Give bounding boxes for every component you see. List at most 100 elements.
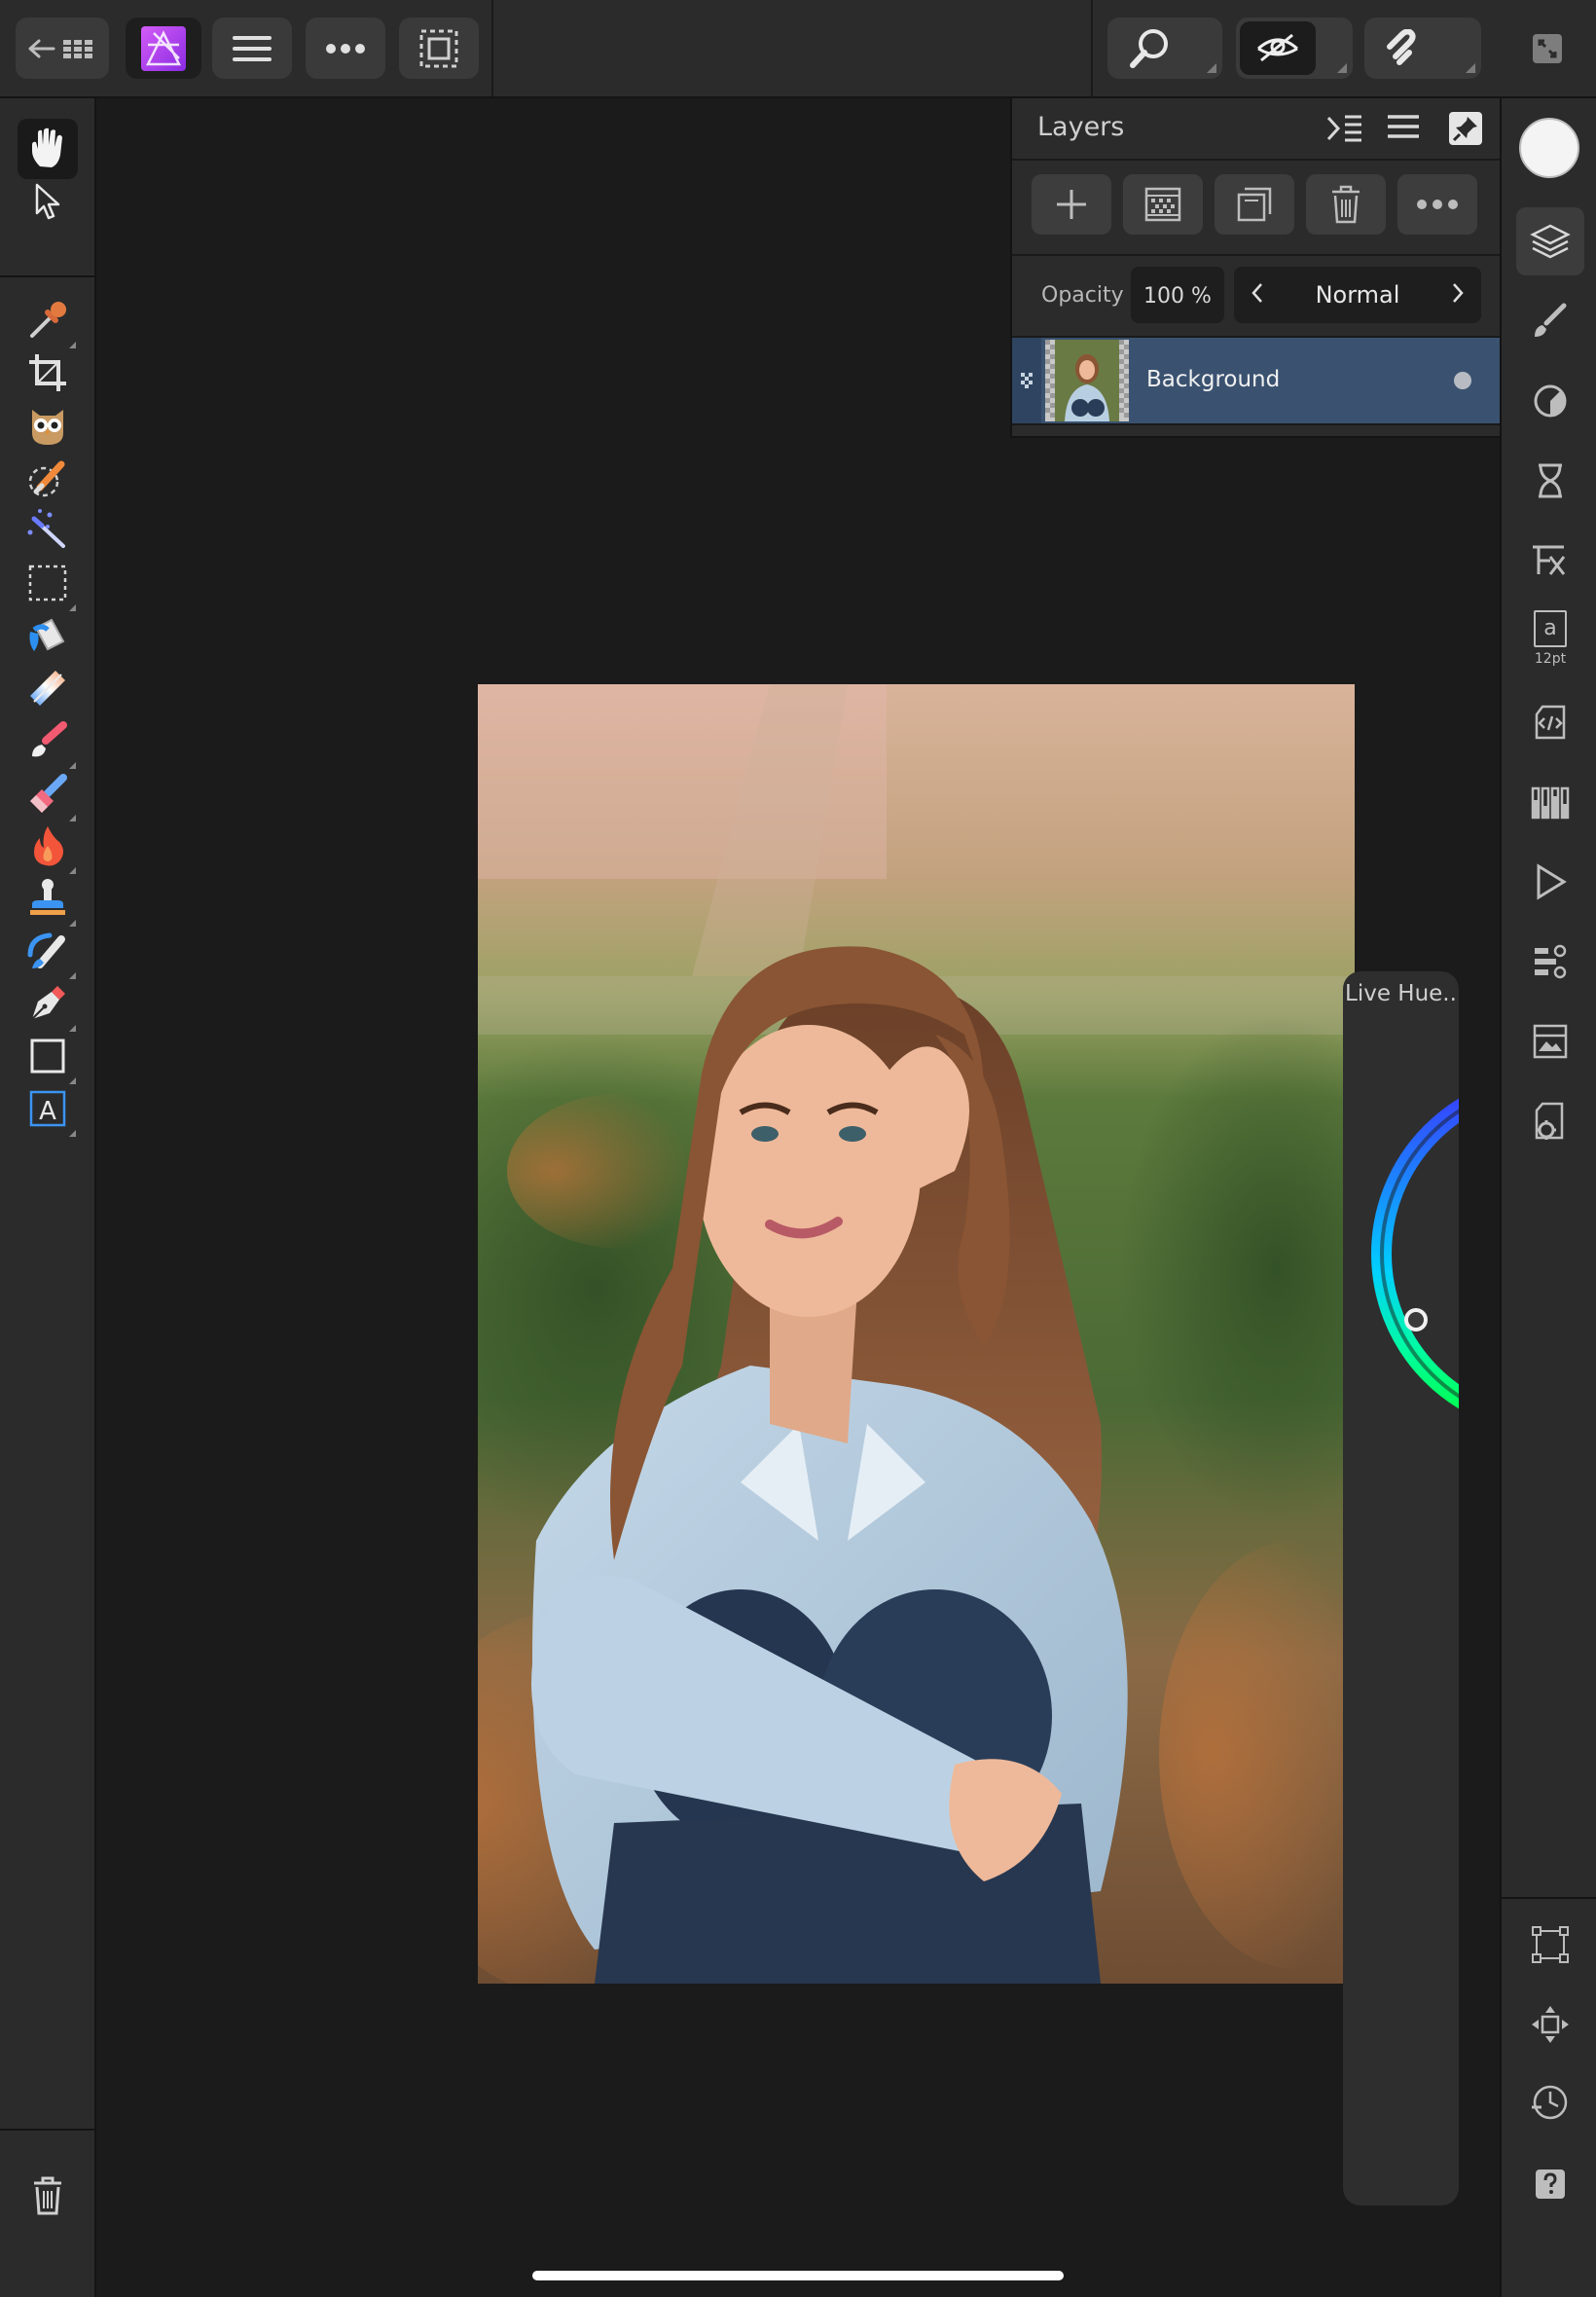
layers-studio-button[interactable] [1516, 207, 1584, 275]
fill-tool[interactable] [18, 605, 78, 666]
transform-studio-button[interactable] [1516, 1911, 1584, 1979]
selection-brush-tool[interactable] [18, 448, 78, 508]
history-scrubber-button[interactable] [1516, 2068, 1584, 2136]
marquee-tool[interactable] [18, 553, 78, 613]
text-frame-icon: A [29, 1090, 66, 1127]
affinity-photo-logo-icon [141, 25, 186, 71]
document-menu-button[interactable] [212, 18, 292, 79]
persona-photo-button[interactable] [126, 18, 201, 79]
fullscreen-button[interactable] [1518, 27, 1577, 70]
blend-mode-selector[interactable]: Normal [1234, 267, 1481, 323]
trash-icon [34, 2176, 61, 2215]
next-blend-mode-button[interactable] [1450, 280, 1466, 310]
dodge-burn-tool[interactable] [18, 816, 78, 876]
layer-properties-row: Opacity 100 % Normal [1012, 256, 1501, 334]
chevron-left-icon [1251, 283, 1262, 303]
help-button[interactable] [1516, 2150, 1584, 2218]
add-layer-button[interactable] [1032, 174, 1111, 235]
navigator-studio-button[interactable] [1516, 848, 1584, 916]
layer-drag-handle[interactable] [1012, 338, 1041, 423]
brush-icon [1535, 303, 1567, 337]
fx-icon [1533, 545, 1566, 575]
macros-studio-button[interactable] [1516, 688, 1584, 756]
opacity-field[interactable]: 100 % [1131, 267, 1224, 323]
channels-studio-button[interactable] [1516, 768, 1584, 836]
opacity-label: Opacity [1041, 283, 1124, 308]
delete-layer-button[interactable] [1306, 174, 1386, 235]
color-picker-tool[interactable] [18, 290, 78, 350]
text-size-label: 12pt [1534, 651, 1567, 667]
doc-gear-icon [1535, 1102, 1564, 1140]
layers-panel: Layers Opacity 100 % Normal Background [1010, 98, 1503, 438]
assets-studio-button[interactable] [1516, 1007, 1584, 1076]
marquee-icon [419, 29, 458, 67]
hue-wheel[interactable] [1343, 971, 1459, 2206]
previous-blend-mode-button[interactable] [1250, 280, 1265, 312]
red-eye-tool[interactable] [18, 395, 78, 456]
eraser-icon [30, 774, 67, 813]
crop-icon [29, 354, 66, 391]
magic-wand-icon [27, 509, 65, 548]
text-styles-studio-button[interactable]: a 12pt [1516, 604, 1584, 673]
document-settings-button[interactable] [1516, 1087, 1584, 1155]
back-to-documents-button[interactable] [16, 18, 109, 79]
trash-icon [1332, 185, 1360, 224]
stock-studio-button[interactable] [1516, 928, 1584, 996]
zoom-button[interactable] [1107, 18, 1222, 79]
home-indicator [532, 2271, 1064, 2280]
layer-name: Background [1146, 367, 1281, 392]
brush-icon [32, 721, 67, 757]
layer-options-button[interactable] [1397, 174, 1477, 235]
code-doc-icon [1535, 705, 1566, 740]
hue-handle[interactable] [1404, 1308, 1428, 1331]
group-layers-button[interactable] [1215, 174, 1294, 235]
brushes-studio-button[interactable] [1516, 287, 1584, 355]
snapping-button[interactable] [1364, 18, 1481, 79]
document-canvas-photo[interactable] [478, 684, 1355, 1984]
blend-mode-value: Normal [1315, 281, 1400, 309]
erase-brush-tool[interactable] [18, 763, 78, 823]
owl-icon [32, 410, 63, 445]
layers-panel-title: Layers [1037, 112, 1125, 142]
move-nudge-button[interactable] [1516, 1990, 1584, 2059]
layers-icon [1530, 224, 1571, 259]
live-hue-filter-panel[interactable]: Live Hue... [1343, 971, 1459, 2206]
adjustments-studio-button[interactable] [1516, 367, 1584, 435]
rectangle-tool[interactable] [18, 1026, 78, 1086]
checker-icon [1021, 373, 1033, 388]
flood-select-tool[interactable] [18, 500, 78, 561]
top-toolbar [0, 0, 1596, 98]
plus-icon [1057, 190, 1086, 219]
stamp-icon [30, 879, 65, 915]
effects-studio-button[interactable] [1516, 527, 1584, 595]
panel-menu-button[interactable] [1386, 112, 1421, 145]
crop-tool[interactable] [18, 343, 78, 403]
magnet-icon [1387, 28, 1416, 65]
selection-mode-button[interactable] [399, 18, 479, 79]
paint-brush-tool[interactable] [18, 711, 78, 771]
opacity-value: 100 % [1143, 284, 1212, 309]
collapse-panel-button[interactable] [1325, 112, 1364, 145]
history-studio-button[interactable] [1516, 447, 1584, 515]
artistic-text-tool[interactable]: A [18, 1078, 78, 1139]
pin-panel-button[interactable] [1448, 111, 1483, 146]
color-swatch-button[interactable] [1519, 118, 1579, 178]
more-options-button[interactable] [306, 18, 385, 79]
pointer-arrow-icon [35, 183, 60, 220]
clone-tool[interactable] [18, 868, 78, 929]
gradient-tool[interactable] [18, 658, 78, 718]
clock-history-icon [1532, 2085, 1568, 2120]
selection-brush-icon [28, 460, 65, 497]
layer-visibility-toggle[interactable] [1454, 372, 1471, 389]
layer-row[interactable]: Background [1012, 338, 1501, 423]
view-tool[interactable] [18, 119, 78, 179]
add-mask-button[interactable] [1123, 174, 1203, 235]
portrait-photo [478, 684, 1355, 1984]
move-tool[interactable] [18, 171, 78, 232]
delete-button[interactable] [18, 2166, 78, 2226]
pen-nib-icon [31, 986, 65, 1020]
smudge-tool[interactable] [18, 921, 78, 981]
view-mode-button[interactable] [1236, 18, 1353, 79]
pen-tool[interactable] [18, 973, 78, 1034]
hamburger-icon [1388, 115, 1419, 138]
